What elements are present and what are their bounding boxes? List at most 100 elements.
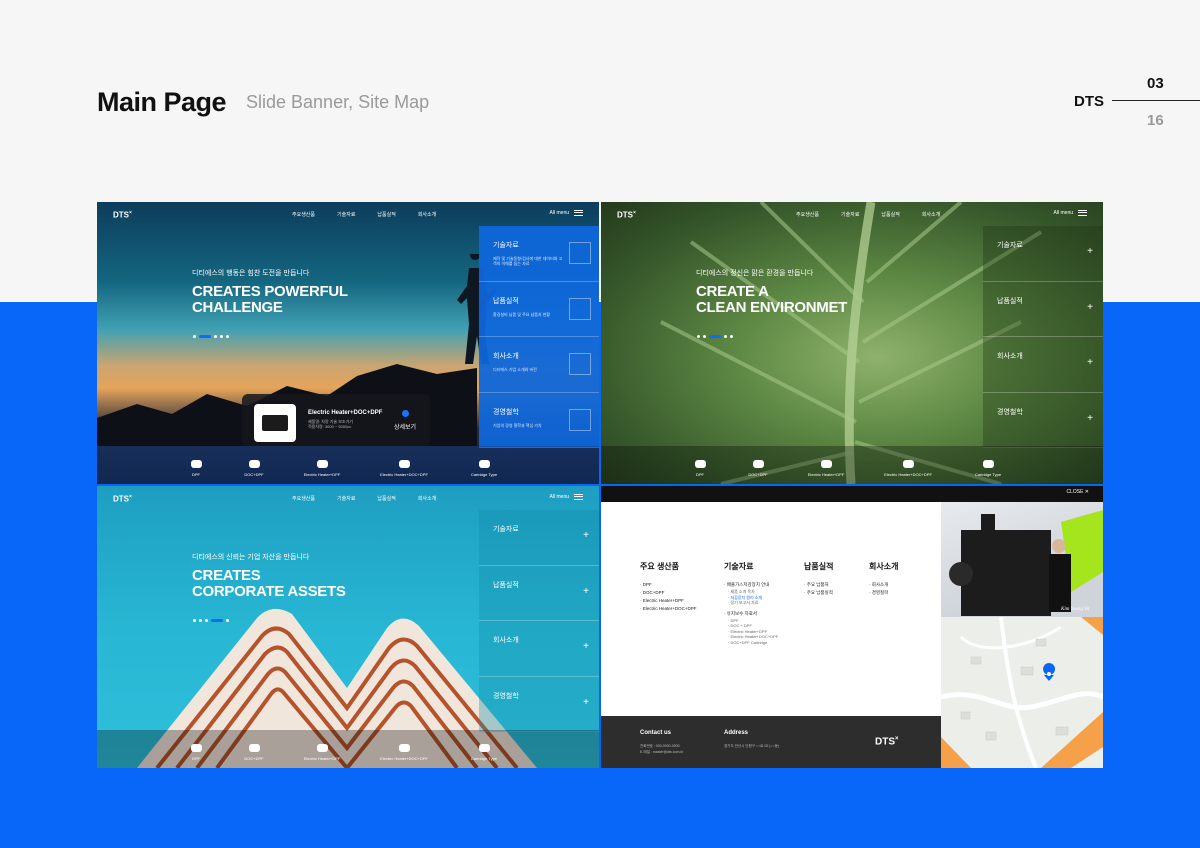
nav-item-delivery[interactable]: 납품실적 [377, 211, 395, 218]
slide-dot[interactable] [724, 335, 727, 338]
info-icon [402, 410, 409, 417]
equipment-illustration: Kim Young Sil [949, 510, 1103, 616]
product-item-doc-dpf[interactable]: DOC+DPF [219, 460, 289, 477]
brand-label: DTS [1074, 93, 1104, 110]
site-logo[interactable]: DTS× [617, 210, 636, 220]
nav-item-delivery[interactable]: 납품실적 [881, 211, 899, 218]
slide-pagination [193, 619, 229, 622]
product-popup[interactable]: Electric Heater+DOC+DPF 제품명: 차량 기술 보조기기 적… [242, 394, 430, 446]
slide-kicker: 디티에스의 행동은 힘찬 도전을 만듭니다 [192, 270, 310, 277]
nav-item-company[interactable]: 회사소개 [418, 495, 436, 502]
slide-dot[interactable] [193, 335, 196, 338]
product-item-heater-doc-dpf[interactable]: Electric Heater+DOC+DPF [369, 460, 439, 477]
hamburger-icon [574, 494, 583, 500]
side-item-delivery[interactable]: 납품실적 환경설비 납품 및 주요 납품처 현황 [479, 281, 599, 337]
slide-dot[interactable] [226, 619, 229, 622]
address-title: Address [724, 730, 749, 736]
plus-icon: + [1087, 357, 1093, 368]
sitemap-link[interactable]: · 회사소개 [869, 581, 898, 589]
side-item-philosophy[interactable]: 경영철학 + [479, 677, 599, 732]
sitemap-link[interactable]: · Electric Heater+DPF [640, 597, 697, 605]
sitemap-link[interactable]: · 유지보수 자료서 [724, 610, 778, 618]
heater-dpf-icon [316, 460, 328, 468]
nav-item-tech[interactable]: 기술자료 [337, 495, 355, 502]
all-menu-button[interactable]: All menu [1054, 210, 1087, 216]
close-icon: ✕ [1084, 489, 1089, 495]
sitemap-link[interactable]: · Electric Heater+DOC+DPF [640, 605, 697, 613]
product-bar: DPF DOC+DPF Electric Heater+DPF Electric… [601, 446, 1103, 484]
product-item-doc-dpf[interactable]: DOC+DPF [723, 460, 793, 477]
nav-item-products[interactable]: 주요생산품 [292, 495, 315, 502]
plus-icon: + [583, 530, 589, 541]
product-item-cartridge[interactable]: Cartridge Type [953, 460, 1023, 477]
main-nav: 주요생산품 기술자료 납품실적 회사소개 [292, 211, 436, 218]
nav-item-company[interactable]: 회사소개 [922, 211, 940, 218]
hamburger-icon [1078, 210, 1087, 216]
product-item-cartridge[interactable]: Cartridge Type [449, 460, 519, 477]
detail-link[interactable]: 상세보기 [394, 422, 416, 431]
slide-dot[interactable] [214, 335, 217, 338]
sitemap-link[interactable]: · 경영철학 [869, 589, 898, 597]
site-logo[interactable]: DTS× [113, 210, 132, 220]
sitemap-topbar: CLOSE ✕ [601, 486, 1103, 502]
plus-icon: + [1087, 412, 1093, 424]
all-menu-button[interactable]: All menu [550, 494, 583, 500]
side-item-delivery[interactable]: 납품실적 + [983, 282, 1103, 337]
nav-item-tech[interactable]: 기술자료 [337, 211, 355, 218]
product-item-heater-dpf[interactable]: Electric Heater+DPF [791, 460, 861, 477]
product-item-heater-dpf[interactable]: Electric Heater+DPF [287, 460, 357, 477]
site-header: DTS× 주요생산품 기술자료 납품실적 회사소개 All menu [601, 202, 1103, 226]
slide-dot-active[interactable] [211, 619, 223, 622]
plus-icon: + [583, 641, 589, 652]
sitemap-link[interactable]: · 주요 납품실적 [804, 589, 833, 597]
nav-item-tech[interactable]: 기술자료 [841, 211, 859, 218]
slide-dot[interactable] [703, 335, 706, 338]
slide-dot[interactable] [199, 619, 202, 622]
side-item-tech[interactable]: 기술자료 + [479, 510, 599, 566]
side-item-tech[interactable]: 기술자료 + [983, 226, 1103, 282]
slide-dot[interactable] [205, 619, 208, 622]
sitemap-link[interactable]: · 주요 납품처 [804, 581, 833, 589]
side-menu: 기술자료 + 납품실적 + 회사소개 + 경영철학 + [479, 510, 599, 732]
slide-dot[interactable] [697, 335, 700, 338]
side-item-company[interactable]: 회사소개 + [479, 621, 599, 677]
side-item-philosophy[interactable]: 경영철학 + [983, 393, 1103, 448]
location-map[interactable] [941, 617, 1103, 768]
slide-dot[interactable] [730, 335, 733, 338]
sitemap-link[interactable]: · DPF [640, 581, 697, 589]
nav-item-company[interactable]: 회사소개 [418, 211, 436, 218]
all-menu-button[interactable]: All menu [550, 210, 583, 216]
side-menu: 기술자료 + 납품실적 + 회사소개 + 경영철학 + [983, 226, 1103, 448]
sitemap-sublink[interactable]: · 정기 보고서 자료 [724, 600, 778, 606]
sitemap-col-delivery: 납품실적 · 주요 납품처 · 주요 납품실적 [804, 562, 834, 597]
product-item-cartridge[interactable]: Cartridge Type [449, 744, 519, 761]
plus-icon: + [583, 585, 589, 597]
sitemap-sublink[interactable]: · DOC+DPF Cartridge [724, 640, 778, 646]
nav-item-products[interactable]: 주요생산품 [292, 211, 315, 218]
dpf-icon [190, 460, 202, 468]
sitemap-link[interactable]: · DOC+DPF [640, 589, 697, 597]
side-item-company[interactable]: 회사소개 디티에스 기업 소개와 비전 [479, 337, 599, 393]
side-item-company[interactable]: 회사소개 + [983, 337, 1103, 393]
product-item-heater-doc-dpf[interactable]: Electric Heater+DOC+DPF [369, 744, 439, 761]
product-item-doc-dpf[interactable]: DOC+DPF [219, 744, 289, 761]
side-item-philosophy[interactable]: 경영철학 기업의 경영 철학과 핵심 가치 [479, 392, 599, 448]
slide-dot[interactable] [220, 335, 223, 338]
nav-item-delivery[interactable]: 납품실적 [377, 495, 395, 502]
side-item-delivery[interactable]: 납품실적 + [479, 566, 599, 621]
nav-item-products[interactable]: 주요생산품 [796, 211, 819, 218]
slide-dot-active[interactable] [199, 335, 211, 338]
sitemap-sublink[interactable]: · Electric Heater+DOC+DPF [724, 634, 778, 640]
product-item-heater-doc-dpf[interactable]: Electric Heater+DOC+DPF [873, 460, 943, 477]
site-logo[interactable]: DTS× [113, 494, 132, 504]
side-item-tech[interactable]: 기술자료 제작 및 기술동향/검사에 대한 데이터와 고객의 이해를 돕는 자료 [479, 226, 599, 282]
close-button[interactable]: CLOSE ✕ [1066, 489, 1089, 495]
footer-logo[interactable]: DTS× [875, 736, 899, 747]
sitemap-link[interactable]: · 배출가스저감장치 안내 [724, 581, 778, 589]
slide-dot[interactable] [226, 335, 229, 338]
slide-dot[interactable] [193, 619, 196, 622]
main-nav: 주요생산품 기술자료 납품실적 회사소개 [796, 211, 940, 218]
sitemap-footer: Contact us 전화번호 : 000-0000-0000 E-메일 : ma… [601, 716, 941, 768]
slide-dot-active[interactable] [709, 335, 721, 338]
product-item-heater-dpf[interactable]: Electric Heater+DPF [287, 744, 357, 761]
